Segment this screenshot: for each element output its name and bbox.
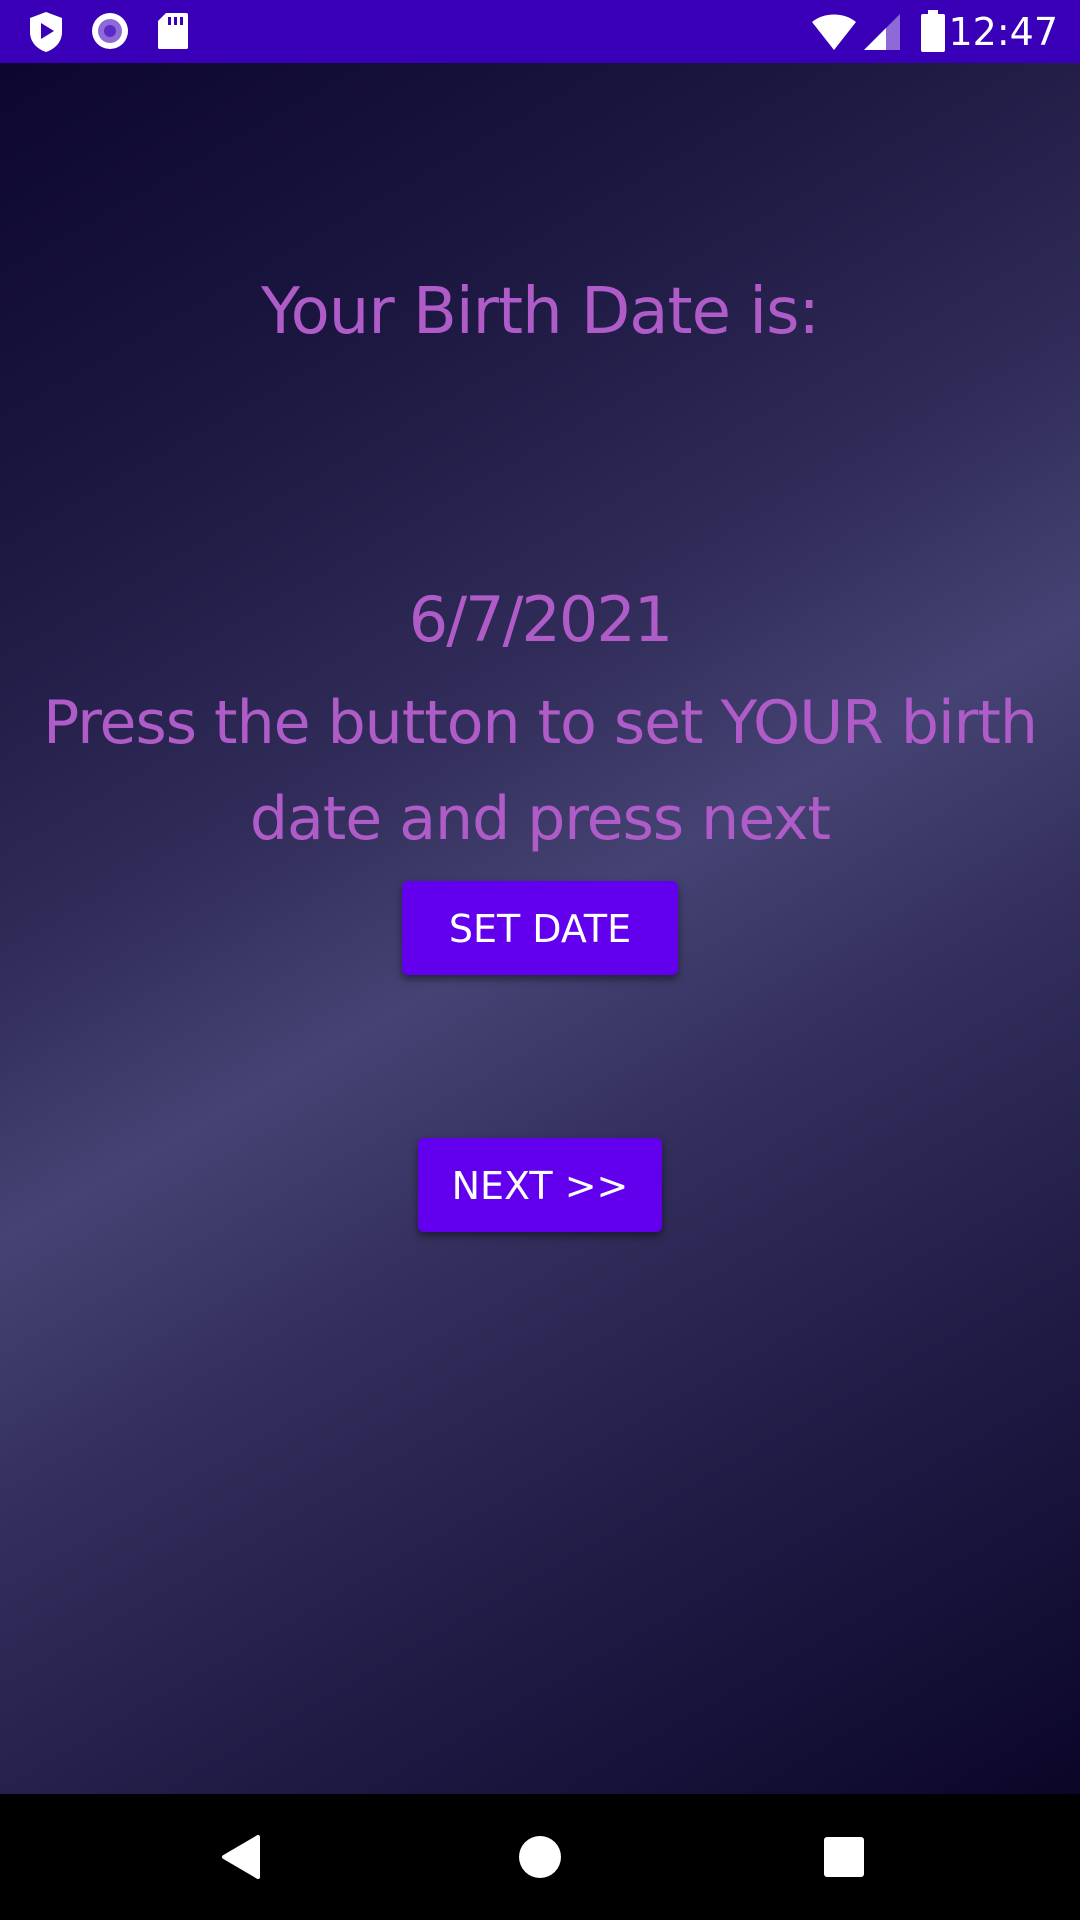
status-time: 12:47 [948,10,1058,54]
home-icon[interactable] [510,1827,570,1887]
back-icon[interactable] [210,1827,270,1887]
status-bar: 12:47 [0,0,1080,63]
wifi-icon [810,12,858,56]
navigation-bar [0,1794,1080,1920]
main-content: Your Birth Date is: 6/7/2021 Press the b… [0,63,1080,1794]
cell-signal-icon [862,12,902,56]
sd-card-icon [156,11,190,55]
play-protect-icon [26,10,66,58]
radio-record-icon [90,11,130,55]
recents-icon[interactable] [814,1827,874,1887]
set-date-button[interactable]: SET DATE [402,881,678,975]
app-screen: 12:47 Your Birth Date is: 6/7/2021 Press… [0,0,1080,1920]
next-button[interactable]: NEXT >> [418,1138,662,1232]
birth-date-value: 6/7/2021 [408,583,673,656]
page-title: Your Birth Date is: [261,275,820,349]
battery-icon [920,10,946,58]
instruction-text: Press the button to set YOUR birth date … [43,688,1038,854]
